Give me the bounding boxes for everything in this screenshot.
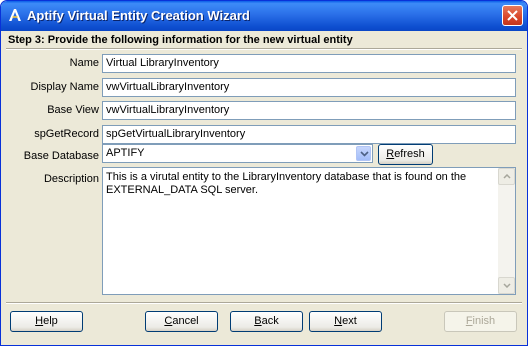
footer-divider: [6, 302, 522, 304]
back-button-label: ack: [261, 315, 279, 327]
refresh-button-label: efresh: [394, 148, 425, 160]
wizard-window: Aptify Virtual Entity Creation Wizard St…: [0, 0, 528, 346]
close-icon: [507, 10, 518, 21]
finish-button[interactable]: Finish: [444, 311, 517, 332]
back-button[interactable]: Back: [230, 311, 303, 332]
scroll-up-arrow-icon: [503, 174, 511, 179]
description-scrollbar[interactable]: [498, 168, 515, 294]
refresh-button-mnemonic: R: [386, 148, 395, 160]
help-button[interactable]: Help: [10, 311, 83, 332]
finish-button-label: inish: [472, 315, 496, 327]
sp-get-record-label: spGetRecord: [34, 128, 99, 140]
scroll-down-arrow-icon: [503, 283, 511, 288]
display-name-input[interactable]: vwVirtualLibraryInventory: [102, 78, 516, 97]
cancel-button-label: ancel: [172, 315, 199, 327]
refresh-button[interactable]: Refresh: [378, 144, 433, 165]
title-bar[interactable]: Aptify Virtual Entity Creation Wizard: [1, 1, 527, 31]
name-label: Name: [69, 57, 99, 69]
aptify-logo-icon: [9, 9, 21, 21]
next-button-mnemonic: N: [334, 315, 343, 327]
next-button-label: ext: [342, 315, 357, 327]
base-view-label: Base View: [47, 104, 99, 116]
help-button-mnemonic: H: [35, 315, 44, 327]
description-textarea[interactable]: This is a virutal entity to the LibraryI…: [102, 167, 516, 295]
description-label: Description: [43, 173, 99, 185]
header-divider: [6, 48, 522, 50]
scroll-up-button[interactable]: [498, 168, 515, 185]
base-view-input[interactable]: vwVirtualLibraryInventory: [102, 101, 516, 120]
back-button-mnemonic: B: [254, 315, 262, 327]
name-input[interactable]: Virtual LibraryInventory: [102, 54, 516, 73]
description-text: This is a virutal entity to the LibraryI…: [106, 171, 470, 196]
base-database-label: Base Database: [23, 150, 99, 162]
base-database-select[interactable]: APTIFY: [102, 144, 373, 163]
window-title: Aptify Virtual Entity Creation Wizard: [27, 8, 250, 23]
step-title: Step 3: Provide the following informatio…: [8, 34, 353, 46]
cancel-button[interactable]: Cancel: [145, 311, 218, 332]
next-button[interactable]: Next: [309, 311, 382, 332]
chevron-down-icon: [360, 151, 369, 157]
finish-button-mnemonic: F: [465, 315, 473, 327]
sp-get-record-input[interactable]: spGetVirtualLibraryInventory: [102, 125, 516, 144]
base-database-dropdown-button[interactable]: [356, 146, 371, 161]
scroll-down-button[interactable]: [498, 277, 515, 294]
help-button-label: elp: [43, 315, 58, 327]
base-database-value: APTIFY: [106, 147, 145, 159]
close-button[interactable]: [502, 5, 523, 26]
display-name-label: Display Name: [30, 81, 99, 93]
